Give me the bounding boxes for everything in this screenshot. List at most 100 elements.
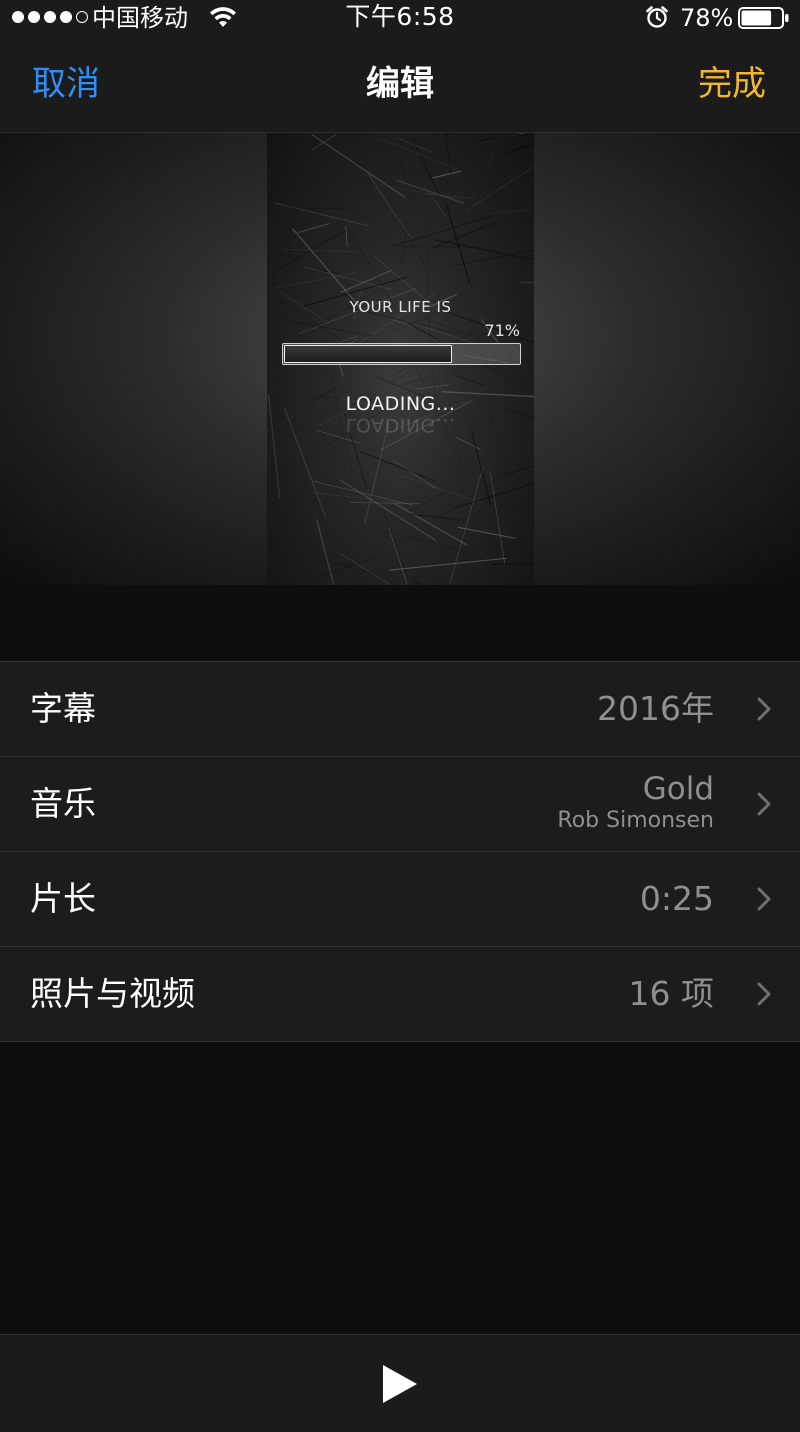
video-preview[interactable]: YOUR LIFE IS 71% LOADING... LOADING... <box>0 133 800 585</box>
scratch-line <box>509 465 534 474</box>
scratch-line <box>403 471 510 543</box>
scratch-line <box>487 147 495 170</box>
scratch-line <box>414 143 440 195</box>
preview-poster-image: YOUR LIFE IS 71% LOADING... LOADING... <box>267 133 534 585</box>
scratch-line <box>350 501 422 505</box>
scratch-line <box>520 281 534 284</box>
scratch-line <box>273 272 356 289</box>
scratch-line <box>445 134 452 177</box>
row-value: Gold Rob Simonsen <box>557 771 714 835</box>
alarm-clock-icon <box>646 6 668 28</box>
scratch-line <box>345 584 347 585</box>
scratch-line <box>396 179 465 204</box>
navigation-bar: 取消 编辑 完成 <box>0 36 800 133</box>
scratch-line <box>386 490 448 524</box>
scratch-line <box>304 266 393 290</box>
scratch-line <box>378 137 458 170</box>
scratch-line <box>364 421 390 525</box>
scratch-line <box>401 475 482 503</box>
row-value: 2016年 <box>597 689 714 728</box>
scratch-line <box>499 504 534 518</box>
scratch-line <box>287 161 322 183</box>
music-title: Gold <box>642 771 714 807</box>
poster-percent: 71% <box>484 321 520 340</box>
scratch-line <box>338 479 437 541</box>
settings-list: 字幕 2016年 音乐 Gold Rob Simonsen 片长 0:25 照片… <box>0 661 800 1042</box>
scratch-line <box>390 203 426 269</box>
battery-icon <box>738 7 789 29</box>
scratch-line <box>432 170 462 179</box>
scratch-line <box>394 503 467 546</box>
list-item-duration[interactable]: 片长 0:25 <box>0 852 800 947</box>
status-bar: 中国移动 下午6:58 78% <box>0 0 800 36</box>
scratch-line <box>398 156 414 206</box>
scratch-line <box>345 225 348 247</box>
scratch-line <box>396 245 461 248</box>
row-label: 照片与视频 <box>30 974 195 1013</box>
scratch-line <box>302 138 396 183</box>
scratch-line <box>279 318 374 337</box>
scratch-line <box>488 208 534 214</box>
scratch-line <box>312 492 395 503</box>
scratch-line <box>457 526 516 539</box>
scratch-line <box>312 480 413 506</box>
scratch-line <box>395 136 432 153</box>
scratch-line <box>412 580 425 585</box>
chevron-right-icon <box>757 982 771 1006</box>
scratch-line <box>383 511 408 578</box>
scratch-line <box>372 527 470 554</box>
scratch-line <box>368 173 412 239</box>
scratch-line <box>311 133 406 198</box>
row-value: 0:25 <box>639 879 714 918</box>
page-title: 编辑 <box>366 64 434 104</box>
chevron-right-icon <box>757 792 771 816</box>
scratch-line <box>449 467 484 584</box>
scratch-line <box>288 197 306 231</box>
scratch-line <box>454 374 485 386</box>
scratch-line <box>444 133 458 136</box>
scratch-line <box>378 184 462 200</box>
poster-progress-bar <box>282 343 521 365</box>
scratch-line <box>432 221 498 249</box>
scratch-line <box>316 519 335 585</box>
scratch-line <box>477 173 510 196</box>
scratch-line <box>331 561 377 575</box>
scratch-line <box>389 557 507 571</box>
play-icon[interactable] <box>379 1363 421 1405</box>
poster-progress-fill <box>284 345 453 363</box>
list-item-music[interactable]: 音乐 Gold Rob Simonsen <box>0 757 800 852</box>
poster-loading-text: LOADING... <box>345 393 456 415</box>
chevron-right-icon <box>757 697 771 721</box>
row-label: 字幕 <box>30 689 96 728</box>
row-value: 16 项 <box>628 974 714 1013</box>
list-item-title[interactable]: 字幕 2016年 <box>0 662 800 757</box>
bottom-toolbar <box>0 1334 800 1432</box>
scratch-line <box>465 165 534 212</box>
scratch-line <box>456 437 481 450</box>
scratch-line <box>282 248 357 253</box>
battery-percentage: 78% <box>680 4 734 32</box>
poster-tagline: YOUR LIFE IS <box>349 298 452 316</box>
list-item-photos-videos[interactable]: 照片与视频 16 项 <box>0 947 800 1041</box>
scratch-line <box>527 573 534 579</box>
scratch-line <box>432 197 446 217</box>
scratch-line <box>393 460 436 489</box>
scratch-line <box>400 233 407 265</box>
row-label: 音乐 <box>30 784 96 823</box>
scratch-line <box>455 482 534 509</box>
scratch-line <box>415 384 449 390</box>
scratch-line <box>434 239 534 261</box>
scratch-line <box>523 179 534 187</box>
scratch-line <box>285 205 317 210</box>
poster-loading-reflection: LOADING... <box>345 414 456 436</box>
scratch-line <box>312 556 379 580</box>
scratch-line <box>489 470 506 566</box>
scratch-line <box>359 450 436 482</box>
scratch-line <box>478 133 524 145</box>
row-label: 片长 <box>30 879 96 918</box>
app-window: 中国移动 下午6:58 78% 取消 编辑 完成 YOUR LIFE IS 71… <box>0 0 800 1432</box>
scratch-line <box>425 197 429 293</box>
done-button[interactable]: 完成 <box>698 64 766 104</box>
music-artist: Rob Simonsen <box>557 808 714 833</box>
chevron-right-icon <box>757 887 771 911</box>
